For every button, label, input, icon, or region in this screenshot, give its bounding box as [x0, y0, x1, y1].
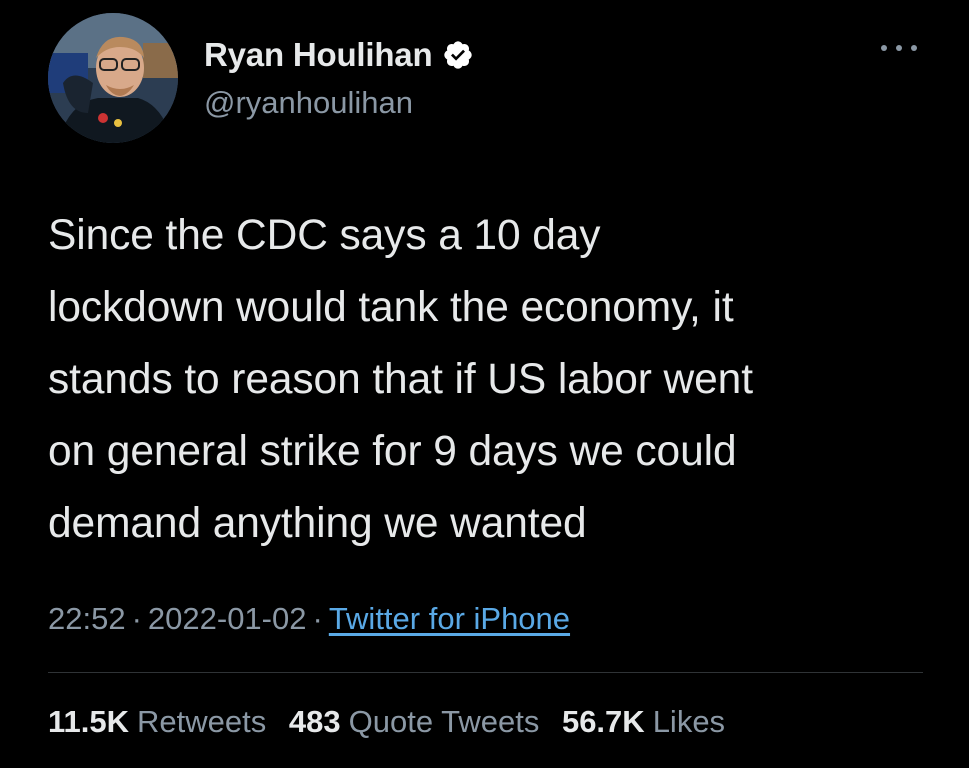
tweet-text-line: Since the CDC says a 10 day — [48, 212, 601, 259]
likes-stat[interactable]: 56.7K Likes — [562, 704, 725, 739]
meta-separator: · — [312, 601, 323, 636]
tweet-text-line: demand anything we wanted — [48, 500, 587, 547]
likes-count: 56.7K — [561, 704, 645, 739]
retweets-stat[interactable]: 11.5K Retweets — [48, 704, 266, 739]
tweet-text-line: on general strike for 9 days we could — [48, 428, 737, 475]
author-name-row: Ryan Houlihan — [204, 38, 474, 71]
quote-tweets-stat[interactable]: 483 Quote Tweets — [289, 704, 539, 739]
author-handle[interactable]: @ryanhoulihan — [204, 87, 413, 118]
likes-label: Likes — [652, 704, 726, 739]
avatar-photo-icon — [48, 13, 178, 143]
tweet-date[interactable]: 2022-01-02 — [148, 601, 307, 636]
meta-separator: · — [131, 601, 142, 636]
retweets-label: Retweets — [137, 704, 267, 739]
avatar[interactable] — [48, 13, 178, 143]
tweet-meta: 22:52 · 2022-01-02 · Twitter for iPhone — [48, 597, 570, 641]
tweet-stats: 11.5K Retweets 483 Quote Tweets 56.7K Likes — [48, 700, 739, 744]
more-options-icon[interactable] — [876, 38, 922, 58]
quote-tweets-count: 483 — [288, 704, 341, 739]
retweets-count: 11.5K — [48, 704, 130, 739]
divider — [48, 672, 923, 673]
tweet-time[interactable]: 22:52 — [48, 601, 126, 636]
quote-tweets-label: Quote Tweets — [348, 704, 540, 739]
author-display-name[interactable]: Ryan Houlihan — [204, 38, 433, 71]
tweet-text: Since the CDC says a 10 day lockdown wou… — [48, 200, 948, 560]
tweet-text-line: stands to reason that if US labor went — [48, 356, 753, 403]
tweet-source-link[interactable]: Twitter for iPhone — [329, 601, 570, 636]
tweet-card: Ryan Houlihan @ryanhoulihan Since the CD… — [0, 0, 969, 768]
tweet-text-line: lockdown would tank the economy, it — [48, 284, 734, 331]
verified-badge-icon — [442, 39, 474, 71]
